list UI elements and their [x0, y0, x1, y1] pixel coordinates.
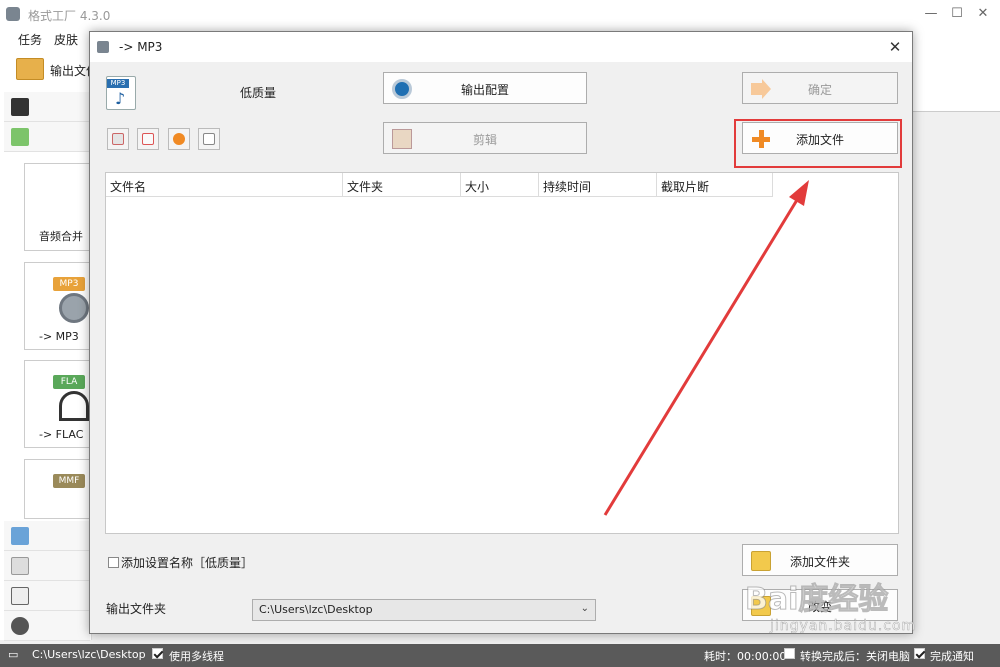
- watermark-logo: Bai度经验: [744, 582, 889, 618]
- watermark-url: jingyan.baidu.com: [770, 618, 917, 635]
- annotation-arrow: [603, 180, 809, 516]
